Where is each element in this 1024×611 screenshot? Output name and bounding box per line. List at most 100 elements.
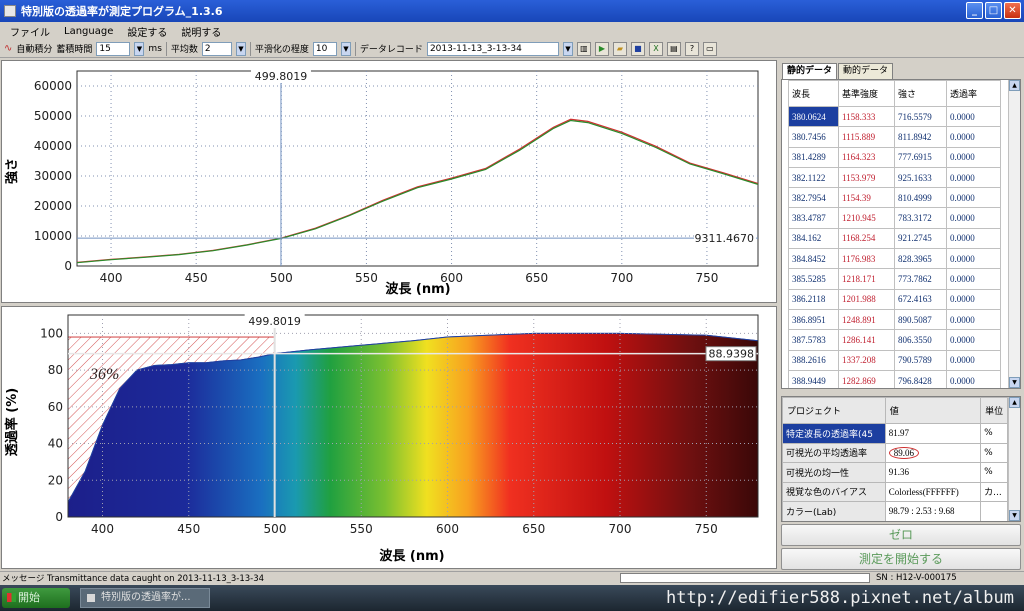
table-row[interactable]: 380.7456 1115.889 811.8942 0.0000 [788,126,1001,148]
cell-reference: 1210.945 [838,207,895,229]
table-row[interactable]: 387.5783 1286.141 806.3550 0.0000 [788,329,1001,351]
cell-wavelength: 385.5285 [788,268,839,290]
transmittance-chart[interactable]: 透過率 (%) 波長 (nm) 0 20 40 60 80 100 400 450 500 55… [2,307,778,570]
toolbar-divider [354,41,356,56]
menu-bar: ファイル Language 設定する 説明する [0,22,1024,40]
cell-intensity: 716.5579 [894,105,947,128]
scroll-up-icon[interactable]: ▲ [1009,80,1020,91]
minimize-icon[interactable]: _ [966,2,983,19]
maximize-icon[interactable]: □ [985,2,1002,19]
project-row[interactable]: 可視光の平均透過率 89.06% [782,442,1008,463]
cell-reference: 1337.208 [838,349,895,371]
screen-icon[interactable]: ▭ [702,41,717,56]
project-row[interactable]: カラー(Lab) 98.79 : 2.53 : 9.68 [782,501,1008,521]
record-select[interactable]: 2013-11-13_3-13-34 [426,41,559,56]
smoothing-dropdown-icon[interactable]: ▼ [340,41,351,56]
column-header-value[interactable]: 値 [884,397,982,424]
x-tick-label: 650 [525,271,548,285]
toolbar: ∿ 自動積分 蓄積時間 15 ▼ ms 平均数 2 ▼ 平滑化の程度 10 ▼ … [0,40,1024,58]
excel-icon[interactable]: X [648,41,663,56]
table-row[interactable]: 386.8951 1248.891 890.5087 0.0000 [788,308,1001,331]
y-tick-label: 100 [40,326,63,340]
cell-intensity: 777.6915 [894,146,947,168]
report-icon[interactable]: ▤ [666,41,681,56]
cell-project-name: 視覚な色のバイアス [782,481,886,502]
scroll-up-icon[interactable]: ▲ [1009,397,1020,408]
project-row[interactable]: 特定波長の透過率(45 81.97% [782,423,1008,444]
cell-transmittance: 0.0000 [946,329,1001,351]
column-header-unit[interactable]: 単位 [980,397,1008,424]
menu-settings[interactable]: 設定する [127,24,167,39]
intensity-chart-panel[interactable]: 強さ 波長 (nm) 0 10000 20000 30000 40000 50000 600… [1,60,777,303]
cell-reference: 1158.333 [838,105,895,128]
window-title: 特別版の透過率が測定プログラム_1.3.6 [21,5,223,18]
app-window: 特別版の透過率が測定プログラム_1.3.6 _ □ ✕ ファイル Languag… [0,0,1024,611]
average-input[interactable]: 2 [201,41,232,56]
project-row[interactable]: 視覚な色のバイアス Colorless(FFFFFF) カ... [782,481,1008,502]
play-icon[interactable]: ▶ [594,41,609,56]
close-icon[interactable]: ✕ [1004,2,1021,19]
table-row[interactable]: 384.162 1168.254 921.2745 0.0000 [788,227,1001,250]
cell-transmittance: 0.0000 [946,146,1001,168]
table-row[interactable]: 388.2616 1337.208 790.5789 0.0000 [788,349,1001,371]
start-menu-button[interactable]: 開始 [2,588,70,608]
table-row[interactable]: 386.2118 1201.988 672.4163 0.0000 [788,288,1001,310]
taskbar-item[interactable]: 特別版の透過率が... [80,588,210,608]
tab-static-data[interactable]: 静的データ [782,63,838,79]
table-row[interactable]: 385.5285 1218.171 773.7862 0.0000 [788,268,1001,290]
column-header-project[interactable]: プロジェクト [782,397,886,424]
table-row[interactable]: 382.1122 1153.979 925.1633 0.0000 [788,166,1001,189]
cell-intensity: 921.2745 [894,227,947,250]
tab-dynamic-data[interactable]: 動的データ [838,63,894,79]
project-results-table[interactable]: プロジェクト 値 単位 特定波長の透過率(45 81.97% 可視光の平均透過率 89… [781,396,1021,522]
table-scrollbar[interactable]: ▲ ▼ [1008,80,1020,388]
series-lines [77,118,758,264]
record-dropdown-icon[interactable]: ▼ [562,41,573,56]
cell-wavelength: 380.7456 [788,126,839,148]
cell-wavelength: 383.4787 [788,207,839,229]
menu-file[interactable]: ファイル [10,24,50,39]
cell-project-value: Colorless(FFFFFF) [884,481,982,502]
column-header-intensity[interactable]: 強さ [894,80,947,107]
transmittance-chart-panel[interactable]: 透過率 (%) 波長 (nm) 0 20 40 60 80 100 400 450 500 55… [1,306,777,569]
zero-button[interactable]: ゼロ [781,524,1021,546]
auto-integration-icon[interactable]: ∿ [4,43,12,54]
intensity-chart[interactable]: 強さ 波長 (nm) 01000020000300004000050000600… [2,61,778,304]
table-row[interactable]: 384.8452 1176.983 828.3965 0.0000 [788,248,1001,270]
y-tick-label: 30000 [34,169,72,183]
project-scrollbar[interactable]: ▲ ▼ [1008,397,1020,521]
title-bar: 特別版の透過率が測定プログラム_1.3.6 _ □ ✕ [0,0,1024,22]
folder-open-icon[interactable]: ▰ [612,41,627,56]
accumulation-dropdown-icon[interactable]: ▼ [134,41,145,56]
cell-intensity: 796.8428 [894,369,947,388]
help-icon[interactable]: ? [684,41,699,56]
auto-integration-button[interactable]: 自動積分 [16,42,52,55]
project-row[interactable]: 可視光の均一性 91.36% [782,462,1008,483]
table-row[interactable]: 381.4289 1164.323 777.6915 0.0000 [788,146,1001,168]
accumulation-input[interactable]: 15 [96,41,131,56]
table-row[interactable]: 380.0624 1158.333 716.5579 0.0000 [788,105,1001,128]
column-header-wavelength[interactable]: 波長 [788,80,839,107]
spectrum-data-table[interactable]: 波長 基準強度 強さ 透過率 380.0624 1158.333 716.5579 0… [781,79,1021,389]
scroll-down-icon[interactable]: ▼ [1009,510,1020,521]
cell-intensity: 783.3172 [894,207,947,229]
table-row[interactable]: 383.4787 1210.945 783.3172 0.0000 [788,207,1001,229]
chart-icon[interactable]: ▥ [576,41,591,56]
x-tick-label: 450 [177,522,200,536]
save-icon[interactable]: ■ [630,41,645,56]
cell-wavelength: 382.7954 [788,187,839,209]
average-dropdown-icon[interactable]: ▼ [235,41,246,56]
smoothing-input[interactable]: 10 [312,41,337,56]
column-header-reference[interactable]: 基準強度 [838,80,895,107]
start-measurement-button[interactable]: 測定を開始する [781,548,1021,570]
table-row[interactable]: 388.9449 1282.869 796.8428 0.0000 [788,369,1001,388]
cell-transmittance: 0.0000 [946,288,1001,310]
scroll-down-icon[interactable]: ▼ [1009,377,1020,388]
cell-intensity: 828.3965 [894,248,947,270]
cell-reference: 1154.39 [838,187,895,209]
table-row[interactable]: 382.7954 1154.39 810.4999 0.0000 [788,187,1001,209]
column-header-transmittance[interactable]: 透過率 [946,80,1001,107]
accumulation-label: 蓄積時間 [56,45,93,55]
menu-help[interactable]: 説明する [181,24,221,39]
menu-language[interactable]: Language [64,26,113,37]
